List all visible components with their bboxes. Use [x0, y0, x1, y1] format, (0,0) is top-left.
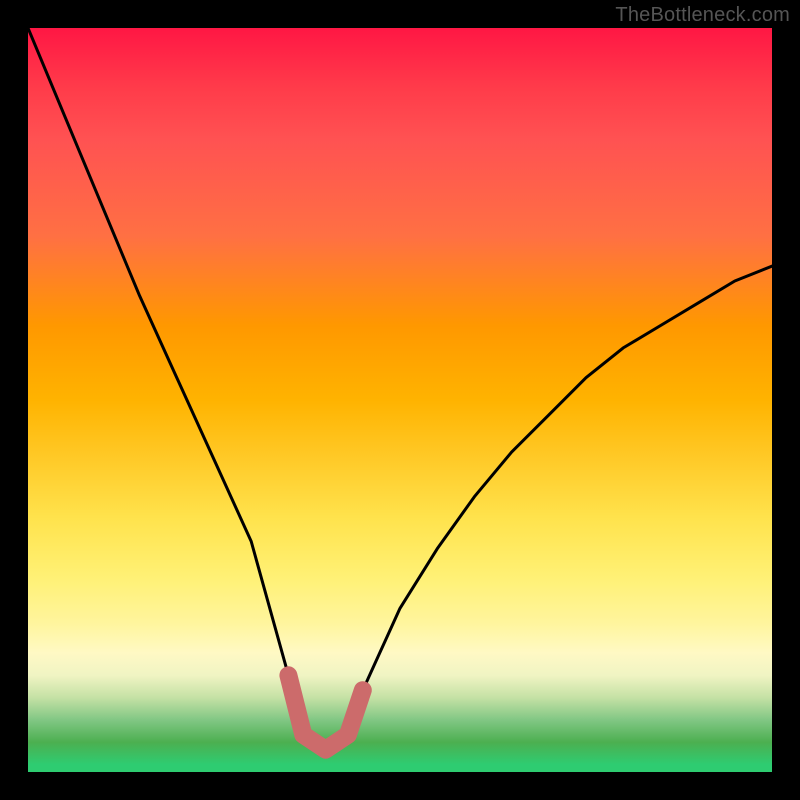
chart-frame: TheBottleneck.com: [0, 0, 800, 800]
plot-area: [28, 28, 772, 772]
watermark-text: TheBottleneck.com: [615, 4, 790, 27]
bottleneck-curve-line: [28, 28, 772, 750]
chart-svg: [28, 28, 772, 772]
highlight-band-line: [288, 675, 362, 749]
